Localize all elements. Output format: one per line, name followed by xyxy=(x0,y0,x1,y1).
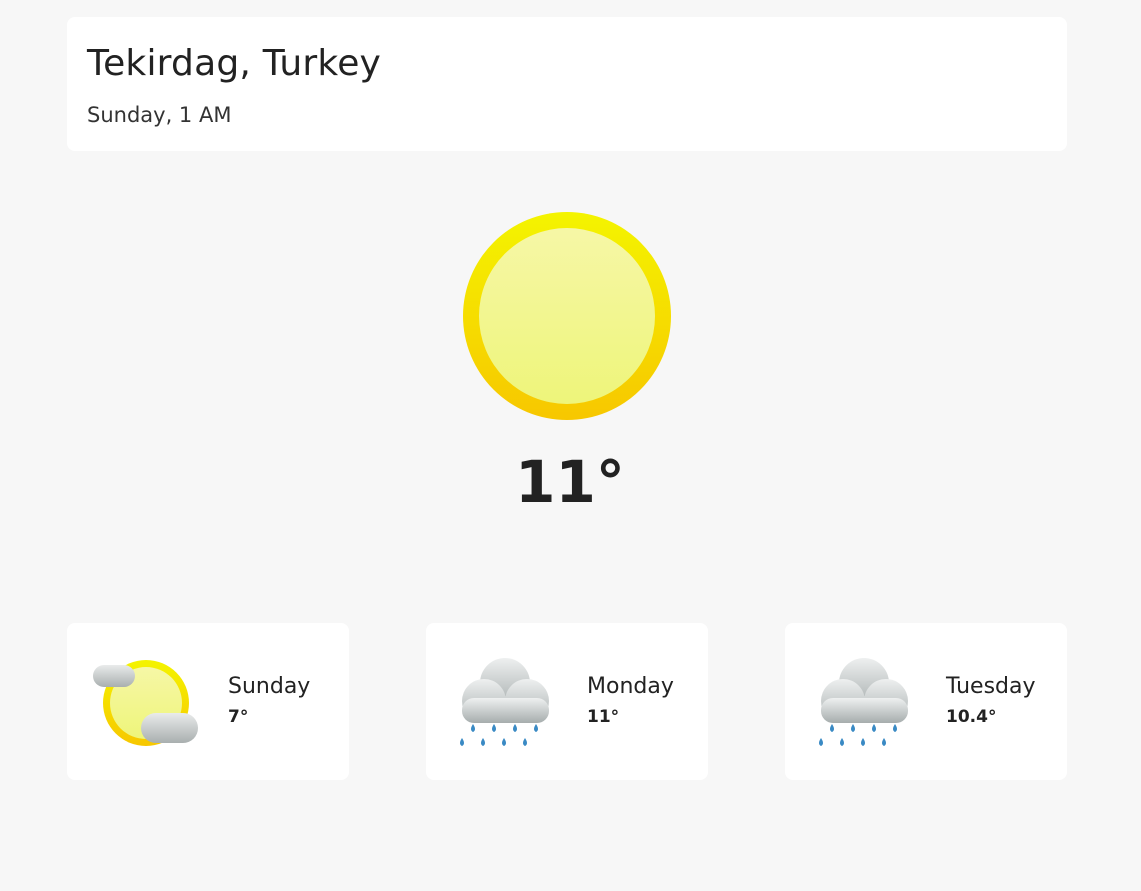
current-datetime: Sunday, 1 AM xyxy=(87,103,232,127)
sun-icon xyxy=(463,212,671,420)
forecast-card-sunday: Sunday 7° xyxy=(67,623,349,780)
rain-cloud-icon xyxy=(460,658,549,746)
forecast-temp: 11° xyxy=(587,707,620,727)
forecast-temp: 7° xyxy=(228,707,249,727)
current-temperature: 11° xyxy=(515,448,625,516)
forecast-card-monday: Monday 11° xyxy=(426,623,708,780)
forecast-day: Tuesday xyxy=(946,674,1036,699)
partly-cloudy-icon xyxy=(93,660,198,746)
forecast-day: Monday xyxy=(587,674,674,699)
location-header-card: Tekirdag, Turkey Sunday, 1 AM xyxy=(67,17,1067,151)
location-title: Tekirdag, Turkey xyxy=(87,43,382,84)
forecast-day: Sunday xyxy=(228,674,311,699)
forecast-temp: 10.4° xyxy=(946,707,997,727)
rain-cloud-icon xyxy=(819,658,908,746)
forecast-card-tuesday: Tuesday 10.4° xyxy=(785,623,1067,780)
